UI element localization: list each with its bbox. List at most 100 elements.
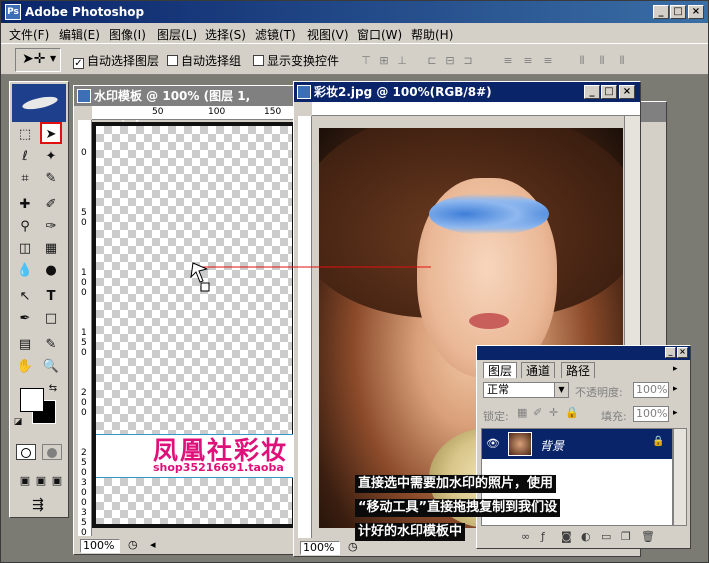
brush-tool-icon[interactable]: ✐ (40, 194, 62, 216)
move-tool-icon[interactable]: ➤ (40, 122, 62, 144)
doc-left-statusbar: 100% ◷ ◂ (78, 538, 296, 554)
swap-colors-icon[interactable]: ⇆ (46, 382, 60, 396)
marquee-tool-icon[interactable]: ⬚ (14, 124, 36, 146)
menu-filter[interactable]: 滤镜(T) (255, 26, 296, 43)
status-menu-icon[interactable]: ◷ (348, 540, 358, 553)
new-layer-icon[interactable]: ❐ (621, 530, 631, 543)
layers-scrollbar[interactable] (673, 428, 687, 526)
tab-layers[interactable]: 图层 (483, 362, 518, 378)
clone-stamp-icon[interactable]: ⚲ (14, 216, 36, 238)
auto-select-group-checkbox[interactable]: 自动选择组 (167, 52, 241, 69)
distribute-vcenter-icon[interactable]: ≡ (521, 54, 535, 68)
blur-tool-icon[interactable]: 💧 (14, 260, 36, 282)
doc-minimize-button[interactable]: _ (584, 85, 600, 99)
eraser-tool-icon[interactable]: ◫ (14, 238, 36, 260)
doc-left-titlebar[interactable]: 水印模板 @ 100% (图层 1, RGB/8) (74, 86, 295, 123)
photo-lips (469, 313, 509, 329)
align-vcenter-icon[interactable]: ⊞ (377, 54, 391, 68)
link-layers-icon[interactable]: ∞ (521, 530, 530, 543)
magic-wand-icon[interactable]: ✦ (40, 146, 62, 168)
layer-name[interactable]: 背景 (540, 437, 564, 454)
standard-mode-button[interactable] (16, 444, 36, 460)
align-left-icon[interactable]: ⊏ (425, 54, 439, 68)
align-hcenter-icon[interactable]: ⊟ (443, 54, 457, 68)
doc-right-zoom-field[interactable]: 100% (300, 541, 340, 555)
history-brush-icon[interactable]: ✑ (40, 216, 62, 238)
healing-brush-icon[interactable]: ✚ (14, 194, 36, 216)
align-bottom-icon[interactable]: ⊥ (395, 54, 409, 68)
notes-tool-icon[interactable]: ▤ (14, 334, 36, 356)
dodge-tool-icon[interactable]: ● (40, 260, 62, 282)
distribute-bottom-icon[interactable]: ≡ (541, 54, 555, 68)
distribute-right-icon[interactable]: ⦀ (615, 54, 629, 68)
doc-left-zoom-field[interactable]: 100% (80, 539, 120, 553)
screen-mode-full-icon[interactable]: ▣ (46, 470, 68, 492)
eyedropper-icon[interactable]: ✎ (40, 334, 62, 356)
quickmask-mode-button[interactable] (42, 444, 62, 460)
menu-image[interactable]: 图像(I) (109, 26, 146, 43)
fill-field[interactable]: 100% (633, 406, 669, 422)
menu-layer[interactable]: 图层(L) (157, 26, 197, 43)
hand-tool-icon[interactable]: ✋ (14, 356, 36, 378)
menu-file[interactable]: 文件(F) (9, 26, 49, 43)
minimize-button[interactable]: _ (653, 5, 669, 19)
photo-eye-makeup (429, 193, 549, 235)
lock-transparency-icon[interactable]: ▦ (517, 406, 527, 419)
gradient-tool-icon[interactable]: ▦ (40, 238, 62, 260)
menu-view[interactable]: 视图(V) (307, 26, 349, 43)
crop-tool-icon[interactable]: ⌗ (14, 168, 36, 190)
opacity-arrow-icon[interactable]: ▸ (673, 384, 678, 394)
align-top-icon[interactable]: ⊤ (359, 54, 373, 68)
layers-panel-titlebar[interactable]: _ × (477, 346, 690, 360)
move-tool-preset[interactable]: ➤✛ ▼ (15, 48, 61, 72)
menu-select[interactable]: 选择(S) (205, 26, 246, 43)
imageready-jump-icon[interactable]: ⇶ (14, 494, 62, 516)
menu-window[interactable]: 窗口(W) (357, 26, 402, 43)
new-group-icon[interactable]: ▭ (601, 530, 611, 543)
close-button[interactable]: × (688, 5, 704, 19)
tab-paths[interactable]: 路径 (561, 362, 596, 378)
opacity-field[interactable]: 100% (633, 382, 669, 398)
layer-mask-icon[interactable]: ◙ (561, 530, 572, 543)
ruler-tick: 50 (152, 107, 164, 117)
menu-edit[interactable]: 编辑(E) (59, 26, 100, 43)
auto-select-layer-checkbox[interactable]: ✓ 自动选择图层 (73, 52, 159, 69)
zoom-tool-icon[interactable]: 🔍 (40, 356, 62, 378)
lock-all-icon[interactable]: 🔒 (565, 406, 579, 419)
shape-tool-icon[interactable]: □ (40, 308, 62, 330)
panel-close-button[interactable]: × (677, 347, 688, 358)
menu-help[interactable]: 帮助(H) (411, 26, 453, 43)
lock-image-icon[interactable]: ✐ (533, 406, 542, 419)
distribute-top-icon[interactable]: ≡ (501, 54, 515, 68)
doc-close-button[interactable]: × (619, 85, 635, 99)
default-colors-icon[interactable]: ◪ (12, 416, 24, 428)
blend-mode-select[interactable]: 正常 ▼ (483, 382, 569, 398)
panel-menu-icon[interactable]: ▸ (673, 364, 678, 374)
distribute-hcenter-icon[interactable]: ⦀ (595, 54, 609, 68)
ruler-tick: 3 (81, 478, 87, 488)
scroll-left-icon[interactable]: ◂ (150, 538, 156, 551)
tab-channels[interactable]: 通道 (521, 362, 556, 378)
type-tool-icon[interactable]: T (40, 286, 62, 308)
doc-right-titlebar[interactable]: 彩妆2.jpg @ 100%(RGB/8#) _ □ × (294, 82, 640, 102)
fill-arrow-icon[interactable]: ▸ (673, 408, 678, 418)
layer-row-background[interactable]: 👁 背景 🔒 (482, 429, 672, 459)
ruler-tick: 5 (81, 338, 87, 348)
pen-tool-icon[interactable]: ✒ (14, 308, 36, 330)
slice-tool-icon[interactable]: ✎ (40, 168, 62, 190)
lasso-tool-icon[interactable]: ℓ (14, 146, 36, 168)
lock-position-icon[interactable]: ✛ (549, 406, 558, 419)
layer-style-icon[interactable]: ƒ (541, 530, 545, 543)
delete-layer-icon[interactable]: 🗑 (641, 530, 655, 543)
status-menu-icon[interactable]: ◷ (128, 538, 138, 551)
adjustment-layer-icon[interactable]: ◐ (581, 530, 591, 543)
maximize-button[interactable]: □ (670, 5, 686, 19)
path-select-icon[interactable]: ↖ (14, 286, 36, 308)
show-transform-checkbox[interactable]: 显示变换控件 (253, 52, 339, 69)
checkbox-checked: ✓ (73, 58, 84, 69)
panel-minimize-button[interactable]: _ (665, 347, 676, 358)
doc-maximize-button[interactable]: □ (601, 85, 617, 99)
align-right-icon[interactable]: ⊐ (461, 54, 475, 68)
eye-visibility-icon[interactable]: 👁 (486, 437, 500, 450)
distribute-left-icon[interactable]: ⦀ (575, 54, 589, 68)
